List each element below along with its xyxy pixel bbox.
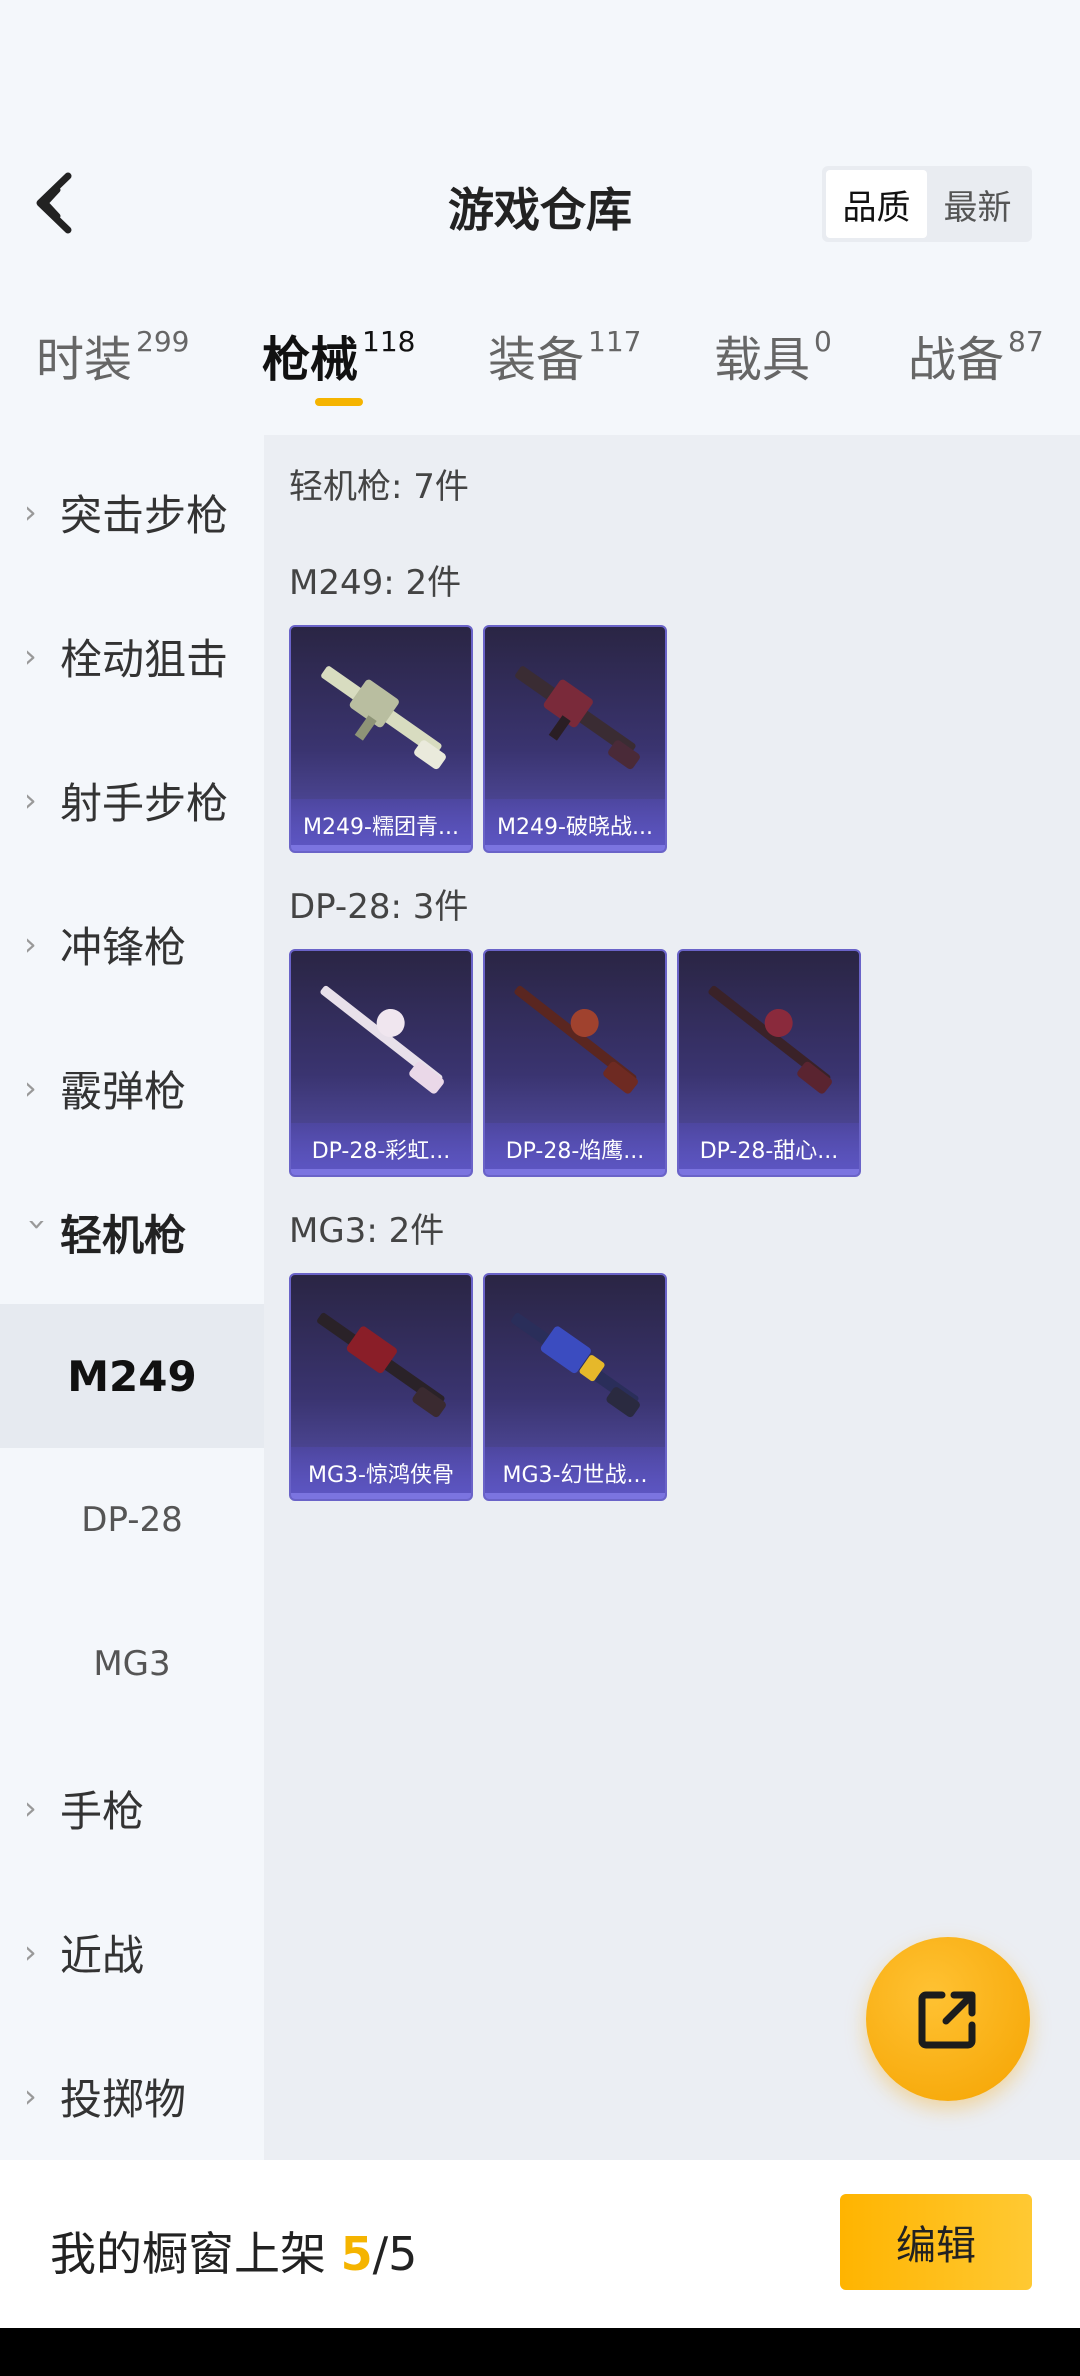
chevron-down-icon: ›	[19, 1218, 57, 1231]
light-machine-gun-icon	[321, 666, 446, 770]
showcase-label: 我的橱窗上架	[50, 2227, 341, 2281]
tab-count: 117	[588, 325, 642, 358]
tab-label: 时装	[36, 332, 133, 388]
active-tab-indicator	[315, 398, 363, 406]
sidebar-item-label: 突击步枪	[60, 490, 229, 540]
chevron-right-icon: ›	[24, 2077, 37, 2115]
sidebar-item-bolt-sniper[interactable]: › 栓动狙击	[0, 584, 264, 728]
sidebar-subitem-m249[interactable]: M249	[0, 1304, 264, 1448]
rarity-bar	[291, 1493, 471, 1499]
item-name: M249-破晓战...	[485, 799, 665, 851]
sidebar-item-smg[interactable]: › 冲锋枪	[0, 872, 264, 1016]
chevron-right-icon: ›	[24, 1069, 37, 1107]
tab-label: 载具	[714, 332, 811, 388]
tab-count: 87	[1008, 325, 1044, 358]
tab-label: 枪械	[262, 332, 359, 388]
sidebar-item-melee[interactable]: › 近战	[0, 1880, 264, 2024]
item-name: DP-28-焰鹰...	[485, 1123, 665, 1175]
sidebar-item-label: 近战	[60, 1930, 145, 1980]
light-machine-gun-icon	[708, 985, 832, 1094]
sort-newest-option[interactable]: 最新	[927, 170, 1028, 238]
tab-count: 0	[814, 325, 832, 358]
sidebar-item-label: 投掷物	[60, 2074, 187, 2124]
group-title: DP-28: 3件	[289, 887, 469, 927]
group-title: M249: 2件	[289, 563, 462, 603]
tab-label: 战备	[908, 332, 1005, 388]
item-name: DP-28-彩虹...	[291, 1123, 471, 1175]
share-external-icon	[918, 1991, 976, 2049]
tab-count: 118	[362, 325, 416, 358]
header: 游戏仓库 品质 最新	[0, 150, 1080, 260]
tab-firearms[interactable]: 枪械 118	[262, 320, 415, 390]
showcase-total-count: /5	[372, 2227, 418, 2281]
chevron-right-icon: ›	[24, 925, 37, 963]
sidebar-item-label: 霰弹枪	[60, 1066, 187, 1116]
sidebar-item-shotgun[interactable]: › 霰弹枪	[0, 1016, 264, 1160]
sidebar-item-assault-rifle[interactable]: › 突击步枪	[0, 440, 264, 584]
system-nav-bar	[0, 2328, 1080, 2376]
rarity-bar	[679, 1169, 859, 1175]
tab-equipment[interactable]: 装备 117	[488, 320, 641, 390]
sidebar-subitem-dp28[interactable]: DP-28	[0, 1448, 264, 1592]
sidebar-item-pistol[interactable]: › 手枪	[0, 1736, 264, 1880]
item-name: MG3-惊鸿侠骨	[291, 1447, 471, 1499]
chevron-right-icon: ›	[24, 781, 37, 819]
item-name: DP-28-甜心...	[679, 1123, 859, 1175]
item-card[interactable]: M249-破晓战...	[483, 625, 667, 853]
tab-fashion[interactable]: 时装 299	[36, 320, 189, 390]
sidebar-subitem-mg3[interactable]: MG3	[0, 1592, 264, 1736]
light-machine-gun-icon	[514, 985, 638, 1094]
chevron-right-icon: ›	[24, 1933, 37, 1971]
rarity-bar	[485, 845, 665, 851]
sidebar-item-marksman-rifle[interactable]: › 射手步枪	[0, 728, 264, 872]
sidebar-item-label: 手枪	[60, 1786, 145, 1836]
chevron-right-icon: ›	[24, 493, 37, 531]
share-button[interactable]	[866, 1937, 1030, 2101]
item-card[interactable]: DP-28-焰鹰...	[483, 949, 667, 1177]
chevron-right-icon: ›	[24, 1789, 37, 1827]
sidebar-item-label: 冲锋枪	[60, 922, 187, 972]
tab-vehicles[interactable]: 载具 0	[714, 320, 832, 390]
category-tabs: 时装 299 枪械 118 装备 117 载具 0 战备 87	[0, 320, 1080, 410]
rarity-bar	[291, 845, 471, 851]
item-name: M249-糯团青...	[291, 799, 471, 851]
rarity-bar	[485, 1169, 665, 1175]
tab-count: 299	[136, 325, 190, 358]
light-machine-gun-icon	[515, 666, 640, 770]
sidebar: › 突击步枪 › 栓动狙击 › 射手步枪 › 冲锋枪 › 霰弹枪 › 轻机枪 M249 DP…	[0, 440, 264, 2160]
item-card[interactable]: DP-28-彩虹...	[289, 949, 473, 1177]
rarity-bar	[291, 1169, 471, 1175]
showcase-current-count: 5	[340, 2227, 373, 2281]
sidebar-item-label: 轻机枪	[60, 1210, 187, 1260]
sort-quality-option[interactable]: 品质	[826, 170, 927, 238]
showcase-status: 我的橱窗上架 5/5	[50, 2218, 417, 2284]
category-summary: 轻机枪: 7件	[289, 467, 469, 507]
sidebar-item-label: 射手步枪	[60, 778, 229, 828]
light-machine-gun-icon	[320, 985, 444, 1094]
edit-button[interactable]: 编辑	[840, 2194, 1032, 2290]
item-card[interactable]: MG3-幻世战...	[483, 1273, 667, 1501]
item-card[interactable]: M249-糯团青...	[289, 625, 473, 853]
group-title: MG3: 2件	[289, 1211, 445, 1251]
showcase-bar: 我的橱窗上架 5/5 编辑	[0, 2160, 1080, 2328]
sidebar-item-lmg[interactable]: › 轻机枪	[0, 1160, 264, 1304]
item-card[interactable]: DP-28-甜心...	[677, 949, 861, 1177]
chevron-right-icon: ›	[24, 637, 37, 675]
item-grid-panel: 轻机枪: 7件 M249: 2件 M249-糯团青... M249-破晓战...…	[264, 435, 1080, 2160]
tab-label: 装备	[488, 332, 585, 388]
sidebar-item-label: 栓动狙击	[60, 634, 229, 684]
light-machine-gun-icon	[317, 1312, 446, 1418]
item-card[interactable]: MG3-惊鸿侠骨	[289, 1273, 473, 1501]
sort-toggle[interactable]: 品质 最新	[822, 166, 1032, 242]
light-machine-gun-icon	[511, 1312, 640, 1418]
rarity-bar	[485, 1493, 665, 1499]
sidebar-item-throwables[interactable]: › 投掷物	[0, 2024, 264, 2168]
item-name: MG3-幻世战...	[485, 1447, 665, 1499]
tab-supplies[interactable]: 战备 87	[908, 320, 1044, 390]
